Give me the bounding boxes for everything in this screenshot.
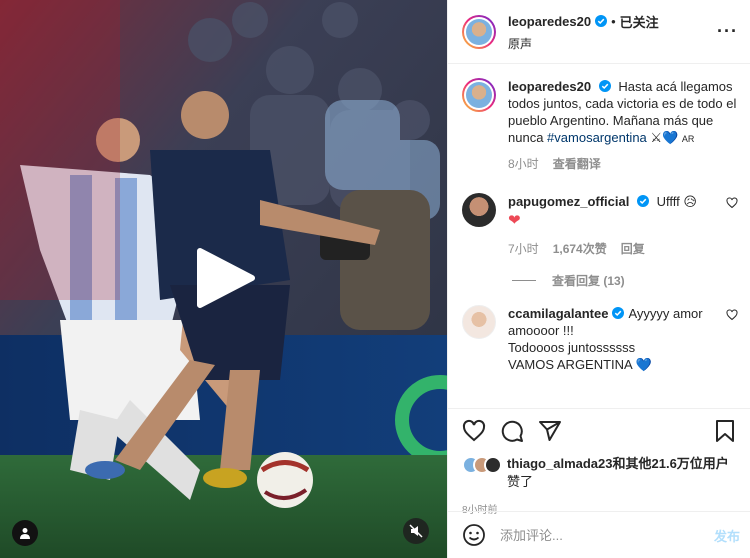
comment-input[interactable] bbox=[500, 527, 714, 543]
reply-button[interactable]: 回复 bbox=[621, 241, 645, 258]
share-icon[interactable] bbox=[538, 419, 562, 443]
heart-icon[interactable] bbox=[462, 419, 486, 443]
liker-avatar bbox=[484, 456, 502, 474]
author-avatar[interactable] bbox=[462, 14, 496, 49]
likes-summary: thiago_almada23和其他21.6万位用户 赞了 bbox=[462, 455, 736, 491]
comments-list: leoparedes20 Hasta acá llegamos todos ju… bbox=[448, 64, 750, 408]
translate-button[interactable]: 查看翻译 bbox=[553, 156, 601, 173]
caption-username[interactable]: leoparedes20 bbox=[508, 79, 591, 94]
mute-button[interactable] bbox=[403, 518, 429, 544]
user-tag-button[interactable] bbox=[12, 520, 38, 546]
verified-icon bbox=[598, 80, 611, 92]
bookmark-icon[interactable] bbox=[714, 419, 736, 443]
post-actions: thiago_almada23和其他21.6万位用户 赞了 8小时前 发布 bbox=[448, 408, 750, 558]
user-tag-icon bbox=[20, 528, 30, 539]
following-button[interactable]: 已关注 bbox=[620, 12, 659, 31]
commenter-avatar[interactable] bbox=[462, 193, 496, 227]
mute-icon bbox=[409, 524, 423, 538]
comment-likes[interactable]: 1,674次赞 bbox=[553, 241, 607, 258]
comment-icon[interactable] bbox=[500, 419, 524, 443]
play-icon[interactable] bbox=[194, 247, 256, 309]
replies-divider bbox=[512, 280, 536, 281]
add-comment-bar: 发布 bbox=[448, 511, 750, 558]
post-comment-button[interactable]: 发布 bbox=[714, 526, 740, 545]
instagram-post-viewer: leoparedes20 • 已关注 原声 ··· leoparedes20 H… bbox=[0, 0, 750, 558]
flag-badge: AR bbox=[681, 134, 695, 144]
liker-username[interactable]: thiago_almada23 bbox=[507, 456, 613, 471]
commenter-username[interactable]: papugomez_official bbox=[508, 194, 629, 209]
post-details-panel: leoparedes20 • 已关注 原声 ··· leoparedes20 H… bbox=[447, 0, 750, 558]
original-audio-link[interactable]: 原声 bbox=[508, 35, 659, 52]
verified-icon bbox=[636, 195, 649, 207]
verified-icon bbox=[595, 15, 608, 27]
view-replies-button[interactable]: 查看回复 (13) bbox=[512, 272, 738, 289]
likes-others[interactable]: 和其他21.6万位用户 bbox=[613, 456, 729, 471]
separator-dot: • bbox=[611, 13, 616, 29]
likes-suffix: 赞了 bbox=[507, 474, 534, 489]
caption: leoparedes20 Hasta acá llegamos todos ju… bbox=[462, 78, 738, 173]
video-player[interactable] bbox=[0, 0, 447, 558]
comment-item: ccamilagalantee Ayyyyy amor amoooor !!! T… bbox=[462, 305, 738, 373]
commenter-avatar[interactable] bbox=[462, 305, 496, 339]
caption-emoji: ⚔💙 bbox=[650, 130, 679, 145]
emoji-icon[interactable] bbox=[462, 523, 486, 547]
author-username[interactable]: leoparedes20 bbox=[508, 14, 591, 29]
caption-avatar[interactable] bbox=[462, 78, 496, 112]
view-replies-label: 查看回复 (13) bbox=[552, 274, 625, 288]
heart-icon[interactable] bbox=[726, 197, 738, 209]
heart-icon[interactable] bbox=[726, 309, 738, 321]
comment-item: papugomez_official Uffff 😥 ❤ 7小时 1,674次赞… bbox=[462, 193, 738, 258]
post-header: leoparedes20 • 已关注 原声 ··· bbox=[448, 0, 750, 64]
caption-time[interactable]: 8小时 bbox=[508, 156, 539, 173]
comment-text: Uffff 😥 bbox=[656, 194, 697, 209]
comment-time[interactable]: 7小时 bbox=[508, 241, 539, 258]
verified-icon bbox=[612, 307, 625, 319]
liker-avatars bbox=[462, 455, 502, 474]
hashtag-link[interactable]: #vamosargentina bbox=[547, 130, 647, 145]
commenter-username[interactable]: ccamilagalantee bbox=[508, 306, 608, 321]
comment-emoji: ❤ bbox=[508, 212, 521, 229]
more-icon[interactable]: ··· bbox=[717, 21, 738, 42]
